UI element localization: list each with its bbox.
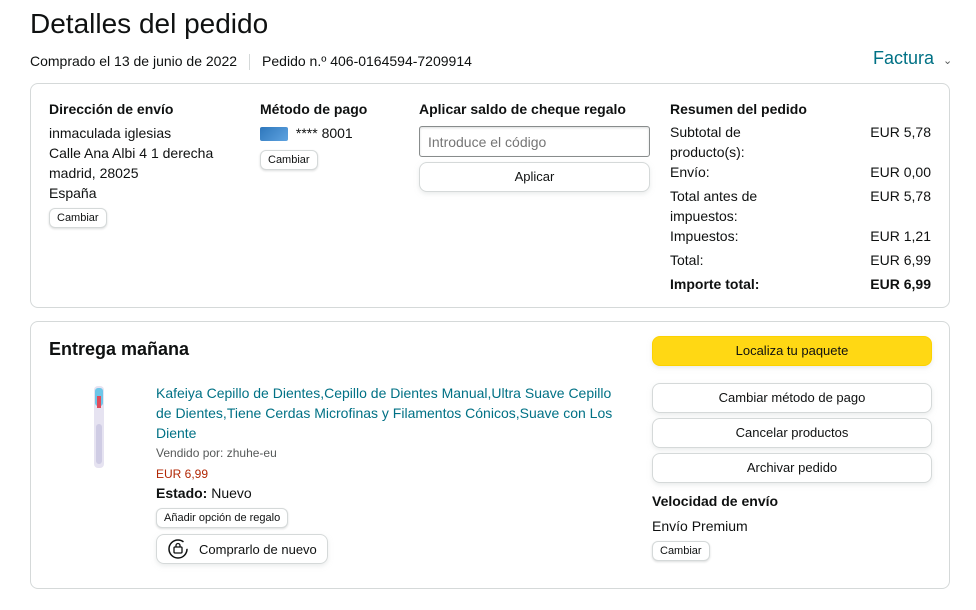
- chevron-down-icon: ⌄: [943, 55, 953, 67]
- address-line: madrid, 28025: [49, 165, 139, 181]
- purchase-date: Comprado el 13 de junio de 2022: [30, 53, 238, 69]
- summary-value: EUR 5,78: [870, 188, 931, 204]
- summary-label: Importe total:: [670, 276, 760, 292]
- delivery-box: Entrega mañana Kafeiya Cepillo de Diente…: [30, 321, 950, 589]
- order-number: Pedido n.º 406-0164594-7209914: [262, 53, 472, 69]
- change-address-button[interactable]: Cambiar: [49, 208, 107, 228]
- summary-value: EUR 6,99: [870, 252, 931, 268]
- card-number: **** 8001: [295, 125, 353, 141]
- buy-again-button[interactable]: Comprarlo de nuevo: [156, 534, 328, 564]
- summary-label: Envío:: [670, 164, 710, 180]
- payment-card: **** 8001: [260, 123, 353, 143]
- toothbrush-image: [94, 386, 104, 468]
- amex-card-icon: [260, 127, 288, 142]
- shipping-heading: Dirección de envío: [49, 101, 174, 117]
- summary-heading: Resumen del pedido: [670, 101, 807, 117]
- gift-heading: Aplicar saldo de cheque regalo: [419, 101, 626, 117]
- summary-label: Total antes de impuestos:: [670, 188, 758, 224]
- change-speed-button[interactable]: Cambiar: [652, 541, 710, 561]
- product-title-link[interactable]: Kafeiya Cepillo de Dientes,Cepillo de Di…: [156, 383, 626, 443]
- summary-value: EUR 0,00: [870, 164, 931, 180]
- gift-code-input[interactable]: [419, 126, 650, 157]
- invoice-dropdown[interactable]: Factura ⌄: [873, 48, 952, 69]
- apply-gift-button[interactable]: Aplicar: [419, 162, 650, 192]
- track-package-button[interactable]: Localiza tu paquete: [652, 336, 932, 366]
- address-line: Calle Ana Albi 4 1 derecha: [49, 145, 214, 161]
- summary-table: Subtotal de producto(s): EUR 5,78 Envío:…: [670, 122, 931, 302]
- product-price: EUR 6,99: [156, 467, 209, 481]
- summary-label: Impuestos:: [670, 228, 739, 244]
- invoice-label: Factura: [873, 48, 935, 68]
- sold-by: Vendido por: zhuhe-eu: [156, 446, 277, 460]
- change-payment-button[interactable]: Cambiar: [260, 150, 318, 170]
- shipping-speed-heading: Velocidad de envío: [652, 493, 779, 509]
- order-info-box: Dirección de envío inmaculada iglesias C…: [30, 83, 950, 308]
- summary-value: EUR 1,21: [870, 228, 931, 244]
- divider: [249, 54, 251, 71]
- buy-again-icon: [167, 538, 189, 560]
- address-line: inmaculada iglesias: [49, 125, 172, 141]
- gift-option-button[interactable]: Añadir opción de regalo: [156, 508, 289, 528]
- summary-label: Total:: [670, 252, 704, 268]
- summary-value: EUR 5,78: [870, 124, 931, 140]
- change-payment-method-button[interactable]: Cambiar método de pago: [652, 383, 932, 413]
- payment-heading: Método de pago: [260, 101, 368, 117]
- order-meta: Comprado el 13 de junio de 2022 Pedido n.…: [30, 53, 472, 71]
- archive-order-button[interactable]: Archivar pedido: [652, 453, 932, 483]
- summary-label: Subtotal de producto(s):: [670, 124, 745, 160]
- product-image[interactable]: [89, 384, 109, 470]
- product-state: Estado: Nuevo: [156, 483, 252, 503]
- shipping-speed-value: Envío Premium: [652, 518, 748, 534]
- cancel-products-button[interactable]: Cancelar productos: [652, 418, 932, 448]
- page-title: Detalles del pedido: [30, 8, 269, 39]
- address-line: España: [49, 185, 97, 201]
- delivery-heading: Entrega mañana: [49, 339, 190, 359]
- state-label: Estado:: [156, 485, 208, 501]
- shipping-address: inmaculada iglesias Calle Ana Albi 4 1 d…: [49, 123, 213, 203]
- buy-again-label: Comprarlo de nuevo: [199, 541, 317, 557]
- state-value: Nuevo: [211, 485, 252, 501]
- summary-value: EUR 6,99: [870, 276, 931, 292]
